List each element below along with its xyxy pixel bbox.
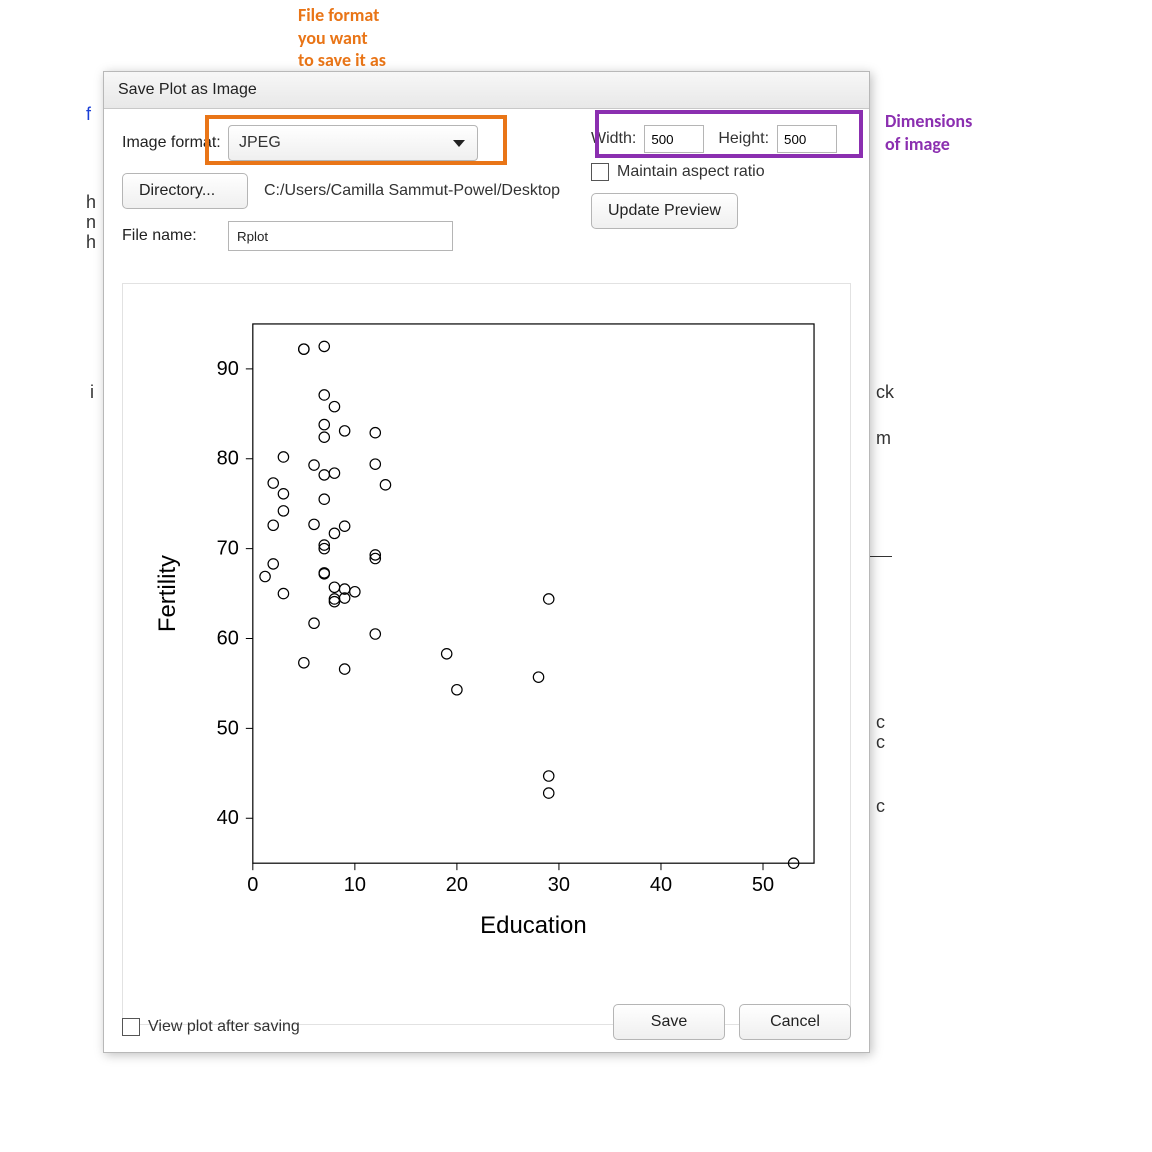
- annotation-fileformat: File format you want to save it as: [298, 4, 386, 72]
- maintain-aspect-row: Maintain aspect ratio: [591, 163, 851, 181]
- scatter-plot: 0 10 20 30 40 50 40 50 60 70 80 90 Education Fertilit…: [123, 284, 850, 1023]
- width-input[interactable]: [644, 125, 704, 153]
- bg-text: h: [86, 232, 96, 253]
- image-format-dropdown[interactable]: JPEG: [228, 125, 478, 161]
- image-format-label: Image format:: [122, 134, 222, 152]
- filename-input[interactable]: [228, 221, 453, 251]
- save-plot-dialog: Save Plot as Image Image format: JPEG Di…: [103, 71, 870, 1053]
- update-preview-button[interactable]: Update Preview: [591, 193, 738, 229]
- bg-text: c: [876, 796, 885, 817]
- svg-text:80: 80: [217, 448, 239, 470]
- height-label: Height:: [718, 130, 769, 148]
- width-label: Width:: [591, 130, 636, 148]
- svg-text:10: 10: [344, 874, 366, 896]
- svg-text:90: 90: [217, 358, 239, 380]
- filename-label: File name:: [122, 227, 222, 245]
- annotation-line: you want: [298, 27, 386, 50]
- bg-text: m: [876, 428, 891, 449]
- directory-path: C:/Users/Camilla Sammut-Powel/Desktop: [264, 182, 560, 200]
- svg-text:20: 20: [446, 874, 468, 896]
- bg-text: f: [86, 104, 91, 125]
- annotation-line: of image: [885, 133, 972, 156]
- bg-line: [870, 556, 892, 557]
- view-after-checkbox[interactable]: [122, 1018, 140, 1036]
- image-format-value: JPEG: [239, 134, 281, 152]
- annotation-line: Dimensions: [885, 110, 972, 133]
- annotation-line: to save it as: [298, 49, 386, 72]
- view-after-row: View plot after saving: [122, 1018, 300, 1036]
- svg-text:Education: Education: [480, 912, 587, 939]
- svg-text:50: 50: [217, 717, 239, 739]
- svg-text:Fertility: Fertility: [154, 555, 181, 632]
- plot-preview: 0 10 20 30 40 50 40 50 60 70 80 90 Education Fertilit…: [122, 283, 851, 1025]
- chevron-down-icon: [453, 140, 465, 147]
- cancel-button[interactable]: Cancel: [739, 1004, 851, 1040]
- svg-text:60: 60: [217, 627, 239, 649]
- dimensions-group: Width: Height: Maintain aspect ratio Upd…: [591, 125, 851, 229]
- dialog-controls-area: Image format: JPEG Directory... C:/Users…: [104, 109, 869, 269]
- bg-text: c: [876, 712, 885, 733]
- bg-text: n: [86, 212, 96, 233]
- bg-text: i: [90, 382, 94, 403]
- bg-text: c: [876, 732, 885, 753]
- save-button[interactable]: Save: [613, 1004, 725, 1040]
- view-after-label: View plot after saving: [148, 1018, 300, 1036]
- height-input[interactable]: [777, 125, 837, 153]
- svg-text:70: 70: [217, 538, 239, 560]
- dimensions-row: Width: Height:: [591, 125, 851, 153]
- annotation-line: File format: [298, 4, 386, 27]
- bg-text: ck: [876, 382, 894, 403]
- bg-text: h: [86, 192, 96, 213]
- svg-text:40: 40: [650, 874, 672, 896]
- maintain-aspect-label: Maintain aspect ratio: [617, 163, 765, 181]
- svg-text:50: 50: [752, 874, 774, 896]
- svg-text:30: 30: [548, 874, 570, 896]
- dialog-title: Save Plot as Image: [104, 72, 869, 109]
- directory-button[interactable]: Directory...: [122, 173, 248, 209]
- maintain-aspect-checkbox[interactable]: [591, 163, 609, 181]
- svg-text:40: 40: [217, 807, 239, 829]
- dialog-footer: View plot after saving Save Cancel: [104, 992, 869, 1052]
- svg-text:0: 0: [247, 874, 258, 896]
- annotation-dimensions: Dimensions of image: [885, 110, 972, 155]
